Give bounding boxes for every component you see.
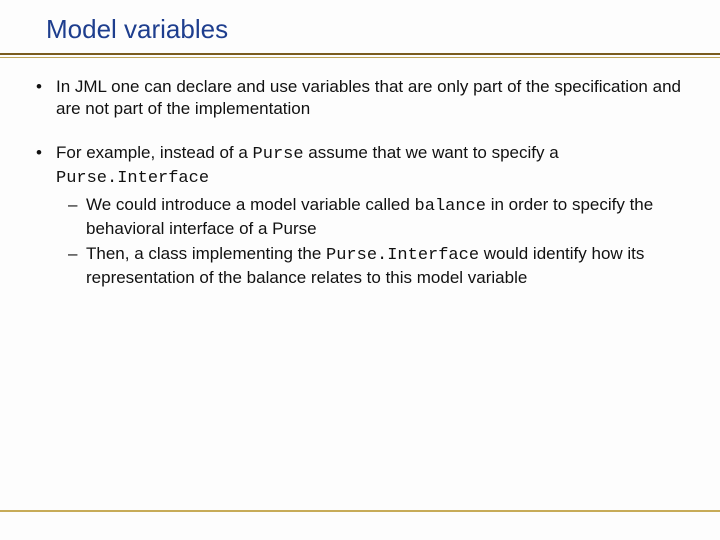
sub-1: We could introduce a model variable call…: [56, 194, 690, 240]
sub-2-pre: Then, a class implementing the: [86, 244, 326, 263]
sub-1-pre: We could introduce a model variable call…: [86, 195, 415, 214]
bullet-2-pre: For example, instead of a: [56, 143, 253, 162]
bullet-2-mid: assume that we want to specify a: [304, 143, 559, 162]
bullet-list: In JML one can declare and use variables…: [30, 76, 690, 289]
sub-list: We could introduce a model variable call…: [56, 194, 690, 288]
title-rule-dark: [0, 53, 720, 55]
footer-rule: [0, 510, 720, 512]
sub-2: Then, a class implementing the Purse.Int…: [56, 243, 690, 289]
bullet-2: For example, instead of a Purse assume t…: [30, 142, 690, 289]
bullet-2-code-interface: Purse.Interface: [56, 169, 209, 188]
slide-title: Model variables: [0, 0, 720, 53]
bullet-1: In JML one can declare and use variables…: [30, 76, 690, 120]
content-area: In JML one can declare and use variables…: [0, 58, 720, 289]
bullet-2-code-purse: Purse: [253, 145, 304, 164]
sub-1-code-balance: balance: [415, 197, 486, 216]
sub-2-code-interface: Purse.Interface: [326, 246, 479, 265]
bullet-1-text: In JML one can declare and use variables…: [56, 77, 681, 118]
slide: Model variables In JML one can declare a…: [0, 0, 720, 540]
